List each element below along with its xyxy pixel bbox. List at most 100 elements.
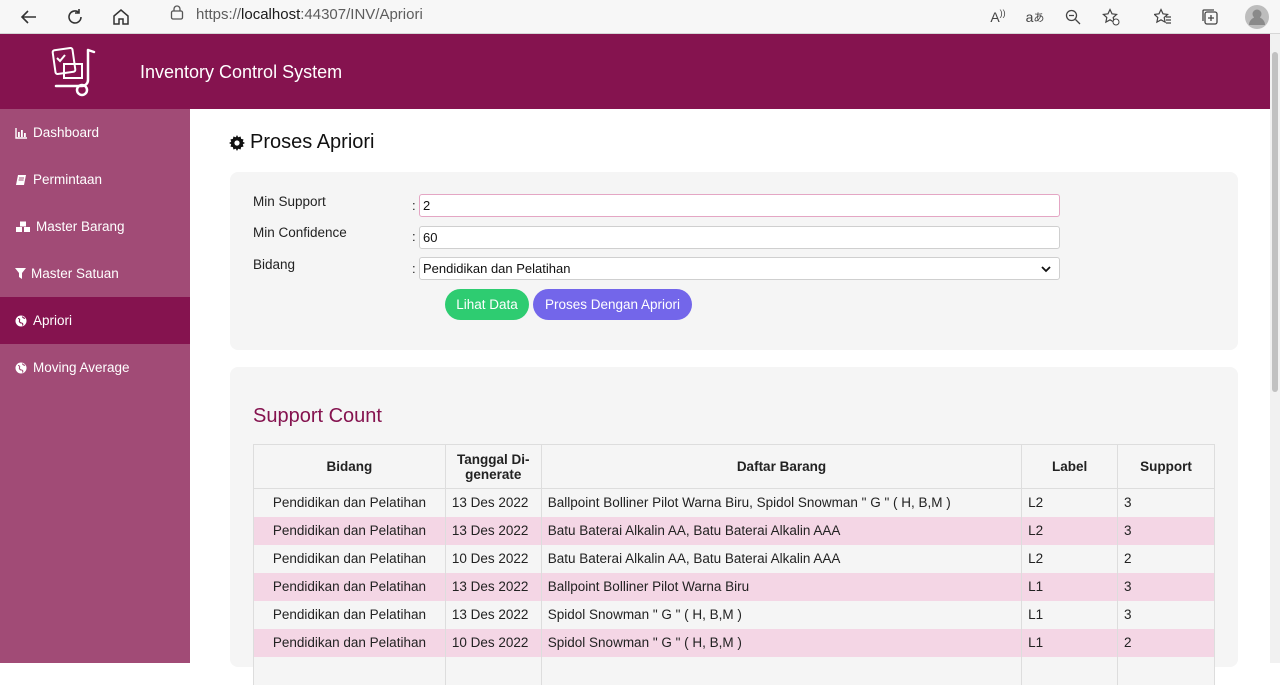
lock-icon	[170, 4, 184, 24]
table-header-row: Bidang Tanggal Di-generate Daftar Barang…	[253, 444, 1215, 489]
cell-label	[1021, 656, 1119, 685]
sidebar-item-master-satuan[interactable]: Master Satuan	[0, 250, 190, 297]
sidebar-item-moving-average[interactable]: Moving Average	[0, 344, 190, 391]
cell-bidang: Pendidikan dan Pelatihan	[253, 488, 446, 517]
translate-icon[interactable]: aあ	[1022, 4, 1048, 30]
support-count-card: Support Count Bidang Tanggal Di-generate…	[230, 367, 1238, 685]
column-header[interactable]: Support	[1117, 444, 1215, 489]
refresh-icon[interactable]	[61, 3, 89, 31]
profile-icon[interactable]	[1244, 4, 1270, 30]
table-row: Pendidikan dan Pelatihan 13 Des 2022 Spi…	[253, 600, 1215, 629]
zoom-out-icon[interactable]	[1060, 4, 1086, 30]
cell-bidang: Pendidikan dan Pelatihan	[253, 516, 446, 545]
cell-tanggal: 13 Des 2022	[444, 488, 542, 517]
sidebar-item-label: Apriori	[33, 313, 73, 328]
hand-truck-logo-icon	[48, 44, 104, 100]
cell-bidang: Pendidikan dan Pelatihan	[253, 572, 446, 601]
cell-bidang: Pendidikan dan Pelatihan	[253, 628, 446, 657]
cell-support: 3	[1117, 600, 1215, 629]
page-title-text: Proses Apriori	[250, 131, 375, 153]
cell-bidang: Pendidikan dan Pelatihan	[253, 544, 446, 573]
chevron-down-icon	[1041, 261, 1051, 276]
cell-label: L2	[1021, 516, 1119, 545]
bidang-label: Bidang	[253, 257, 296, 272]
sidebar-item-label: Master Satuan	[31, 266, 119, 281]
cell-support: 3	[1117, 516, 1215, 545]
support-count-title: Support Count	[253, 405, 382, 427]
cell-daftar-barang: Spidol Snowman " G " ( H, B,M )	[540, 600, 1023, 629]
cell-label: L1	[1021, 628, 1119, 657]
min-support-label: Min Support	[253, 194, 326, 209]
sidebar: Dashboard Permintaan Master Barang Maste…	[0, 109, 190, 663]
page-scrollbar[interactable]	[1270, 34, 1280, 663]
cell-label: L1	[1021, 600, 1119, 629]
cell-bidang	[253, 656, 446, 685]
min-support-input[interactable]: 2	[419, 194, 1060, 217]
page-title: Proses Apriori	[229, 131, 375, 154]
scrollbar-thumb[interactable]	[1272, 52, 1278, 392]
column-header[interactable]: Bidang	[253, 444, 446, 489]
cell-support: 2	[1117, 628, 1215, 657]
cell-support: 3	[1117, 572, 1215, 601]
colon: :	[412, 229, 416, 244]
cell-tanggal: 13 Des 2022	[444, 600, 542, 629]
bidang-select[interactable]: Pendidikan dan Pelatihan	[419, 257, 1060, 280]
bar-chart-icon	[15, 127, 29, 139]
cell-support	[1117, 656, 1215, 685]
cell-bidang: Pendidikan dan Pelatihan	[253, 600, 446, 629]
lihat-data-button[interactable]: Lihat Data	[445, 289, 529, 320]
cell-daftar-barang: Ballpoint Bolliner Pilot Warna Biru, Spi…	[540, 488, 1023, 517]
back-icon[interactable]	[15, 3, 43, 31]
cell-support: 2	[1117, 544, 1215, 573]
column-header[interactable]: Label	[1021, 444, 1119, 489]
table-row: Pendidikan dan Pelatihan 10 Des 2022 Bat…	[253, 544, 1215, 573]
cubes-icon	[15, 221, 32, 233]
table-row: Pendidikan dan Pelatihan 13 Des 2022 Bal…	[253, 572, 1215, 601]
cell-label: L2	[1021, 544, 1119, 573]
sidebar-item-permintaan[interactable]: Permintaan	[0, 156, 190, 203]
url-host: localhost	[241, 5, 301, 23]
sidebar-item-dashboard[interactable]: Dashboard	[0, 109, 190, 156]
cell-daftar-barang: Spidol Snowman " G " ( H, B,M )	[540, 628, 1023, 657]
cell-daftar-barang: Ballpoint Bolliner Pilot Warna Biru	[540, 572, 1023, 601]
cell-tanggal: 10 Des 2022	[444, 544, 542, 573]
sidebar-item-label: Moving Average	[33, 360, 130, 375]
cell-tanggal	[444, 656, 542, 685]
favorites-icon[interactable]	[1150, 4, 1176, 30]
cell-tanggal: 13 Des 2022	[444, 572, 542, 601]
column-header[interactable]: Daftar Barang	[540, 444, 1023, 489]
filter-icon	[15, 267, 27, 280]
cell-label: L2	[1021, 488, 1119, 517]
read-aloud-icon[interactable]: A))	[985, 4, 1011, 30]
app-title: Inventory Control System	[140, 62, 343, 82]
cell-tanggal: 10 Des 2022	[444, 628, 542, 657]
table-row: Pendidikan dan Pelatihan 10 Des 2022 Spi…	[253, 628, 1215, 657]
sidebar-item-master-barang[interactable]: Master Barang	[0, 203, 190, 250]
cell-daftar-barang: Batu Baterai Alkalin AA, Batu Baterai Al…	[540, 544, 1023, 573]
browser-toolbar: https://localhost:44307/INV/Apriori A)) …	[0, 0, 1280, 34]
url-path: :44307/INV/Apriori	[300, 5, 423, 23]
cell-daftar-barang	[540, 656, 1023, 685]
column-header[interactable]: Tanggal Di-generate	[444, 444, 542, 489]
colon: :	[412, 261, 416, 276]
table-row: Pendidikan dan Pelatihan 13 Des 2022 Bal…	[253, 488, 1215, 517]
address-bar[interactable]: https://localhost:44307/INV/Apriori	[150, 0, 423, 28]
support-count-table: Bidang Tanggal Di-generate Daftar Barang…	[253, 444, 1215, 685]
min-confidence-label: Min Confidence	[253, 225, 347, 240]
cell-tanggal: 13 Des 2022	[444, 516, 542, 545]
add-favorite-icon[interactable]	[1098, 4, 1124, 30]
book-icon	[15, 174, 29, 186]
bidang-selected-value: Pendidikan dan Pelatihan	[423, 261, 571, 276]
home-icon[interactable]	[107, 3, 135, 31]
cell-support: 3	[1117, 488, 1215, 517]
proses-apriori-button[interactable]: Proses Dengan Apriori	[533, 289, 692, 320]
url-prefix: https://	[196, 5, 242, 23]
cell-label: L1	[1021, 572, 1119, 601]
globe-icon	[15, 362, 29, 374]
min-confidence-input[interactable]: 60	[419, 226, 1060, 249]
cell-daftar-barang: Batu Baterai Alkalin AA, Batu Baterai Al…	[540, 516, 1023, 545]
collections-icon[interactable]	[1197, 4, 1223, 30]
globe-icon	[15, 315, 29, 327]
sidebar-item-label: Master Barang	[36, 219, 125, 234]
sidebar-item-apriori[interactable]: Apriori	[0, 297, 190, 344]
